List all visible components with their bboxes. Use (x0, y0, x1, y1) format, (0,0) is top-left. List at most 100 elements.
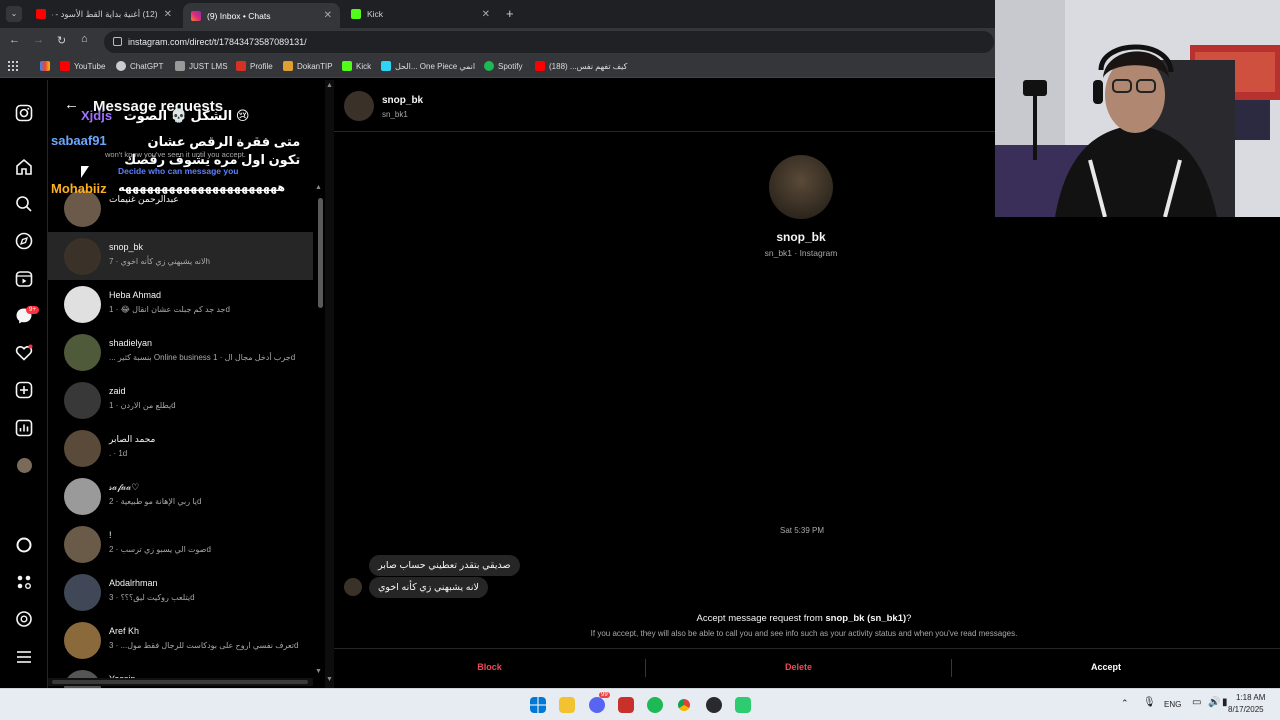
request-title-prefix: Accept message request from (696, 613, 826, 624)
display-icon[interactable]: ▭ (1192, 697, 1201, 708)
new-tab-icon[interactable]: + (506, 6, 514, 21)
tab-search-button[interactable]: ⌄ (6, 6, 22, 22)
request-row[interactable]: ! صوت الي يسبو زي ترسب · 2d (48, 520, 314, 568)
request-preview: يطلع من الاردن · 1d (109, 401, 176, 410)
tab-youtube[interactable]: (12) أغنية بداية القط الأسود - سـ ✕ (28, 3, 180, 25)
profile-avatar-large[interactable] (769, 155, 833, 219)
scroll-up-arrow-icon[interactable]: ▲ (315, 184, 322, 191)
back-icon[interactable]: ← (9, 34, 20, 46)
request-row[interactable]: Aref Kh تعرف نفسي اروح على بودكاست للرجا… (48, 616, 314, 664)
back-arrow-icon[interactable]: ← (64, 96, 79, 113)
bookmark-youtube-video[interactable]: كيف تفهم نفس... (188) (535, 61, 627, 71)
profile-subtitle: sn_bk1 · Instagram (764, 248, 838, 258)
chat-pane-scrollbar[interactable]: ▲ ▼ (325, 80, 334, 688)
request-preview: يتلعب روكيت ليق؟؟؟ · 3d (109, 593, 195, 602)
discord-icon[interactable] (589, 697, 605, 713)
scroll-thumb[interactable] (318, 198, 323, 308)
chrome-icon[interactable] (676, 697, 692, 713)
reload-icon[interactable]: ↻ (57, 34, 66, 47)
accept-button[interactable]: Accept (952, 662, 1260, 672)
horizontal-scrollbar[interactable] (48, 678, 318, 686)
explore-compass-icon[interactable] (15, 232, 33, 250)
block-button[interactable]: Block (334, 662, 645, 672)
request-row[interactable]: 𝓈𝒶𝒻𝒶𝒶♡ يا ربي الإهانة مو طبيعية · 2d (48, 472, 314, 520)
bookmark-chatgpt[interactable]: ChatGPT (116, 61, 163, 71)
threads-icon[interactable] (15, 610, 33, 628)
bookmark-label: YouTube (74, 61, 106, 71)
bookmark-label: كيف تفهم نفس... (188) (549, 61, 628, 71)
delete-button[interactable]: Delete (646, 662, 951, 672)
request-row[interactable]: محمد الصابر . · 1d (48, 424, 314, 472)
site-info-icon[interactable] (113, 37, 122, 46)
microphone-icon[interactable]: 🎙 (1143, 697, 1156, 708)
message-bubble[interactable]: صديقي بتقدر تعطيني حساب صابر (369, 555, 520, 576)
tab-title: (12) أغنية بداية القط الأسود - سـ (52, 8, 158, 19)
request-row[interactable]: Abdalrhman يتلعب روكيت ليق؟؟؟ · 3d (48, 568, 314, 616)
bookmark-gmail[interactable] (40, 61, 50, 71)
tab-kick[interactable]: Kick ✕ (343, 3, 498, 25)
tray-chevron-icon[interactable]: ⌃ (1121, 698, 1129, 709)
request-row[interactable]: zaid يطلع من الاردن · 1d (48, 376, 314, 424)
bookmark-label: ChatGPT (130, 61, 164, 71)
search-icon[interactable] (15, 195, 33, 213)
profile-avatar[interactable] (17, 458, 32, 473)
bookmark-kick[interactable]: Kick (342, 61, 371, 71)
battery-icon[interactable]: ▮ (1222, 697, 1228, 708)
forward-icon[interactable]: → (33, 34, 44, 46)
meta-apps-icon[interactable] (15, 573, 33, 591)
language-indicator[interactable]: ENG (1164, 700, 1181, 709)
scroll-up-arrow-icon[interactable]: ▲ (326, 82, 333, 89)
mouse-cursor-icon (81, 166, 89, 178)
kick-icon (342, 61, 352, 71)
avatar (64, 526, 101, 563)
request-preview: يا ربي الإهانة مو طبيعية · 2d (109, 497, 202, 506)
menu-hamburger-icon[interactable] (15, 648, 33, 666)
scroll-down-arrow-icon[interactable]: ▼ (315, 668, 322, 675)
close-tab-icon[interactable]: ✕ (164, 9, 172, 20)
ai-assistant-icon[interactable] (735, 697, 751, 713)
bookmark-profile[interactable]: Profile (236, 61, 273, 71)
threads-ring-icon[interactable] (15, 536, 33, 554)
avatar (64, 286, 101, 323)
request-preview: صوت الي يسبو زي ترسب · 2d (109, 545, 211, 554)
chatgpt-icon (116, 61, 126, 71)
bookmark-just-lms[interactable]: JUST LMS (175, 61, 228, 71)
chat-header-avatar[interactable] (344, 91, 374, 121)
clock-time[interactable]: 1:18 AM (1236, 693, 1265, 702)
windows-start-icon[interactable] (530, 697, 546, 713)
request-row[interactable]: Heba Ahmad جد جد كم جبلت عشان انقال 😂 · … (48, 280, 314, 328)
request-row[interactable]: shadielyan ... بنسبة كثير Online busines… (48, 328, 314, 376)
file-explorer-icon[interactable] (559, 697, 575, 713)
notifications-heart-icon[interactable] (15, 344, 33, 362)
home-icon[interactable] (15, 158, 33, 176)
create-post-icon[interactable] (15, 381, 33, 399)
overlay-chat-user: Xjdjs (81, 108, 113, 123)
bookmark-label: الحل... One Piece انمي (395, 61, 476, 71)
reels-icon[interactable] (15, 270, 33, 288)
one-piece-icon (381, 61, 391, 71)
close-tab-icon[interactable]: ✕ (482, 9, 490, 20)
volume-icon[interactable]: 🔊 (1208, 697, 1220, 708)
avatar (64, 574, 101, 611)
request-row[interactable]: snop_bk لانه يشبهني زي كأنه اخوي · 7h (48, 232, 314, 280)
bookmark-spotify[interactable]: Spotify (484, 61, 522, 71)
bookmark-one-piece[interactable]: الحل... One Piece انمي (381, 61, 475, 71)
chat-header-name[interactable]: snop_bk (382, 95, 423, 106)
instagram-logo-icon[interactable] (15, 104, 33, 122)
scroll-down-arrow-icon[interactable]: ▼ (326, 676, 333, 683)
tab-instagram-inbox[interactable]: (9) Inbox • Chats ✕ (183, 3, 340, 28)
apps-grid-icon[interactable] (8, 61, 18, 71)
bookmark-youtube[interactable]: YouTube (60, 61, 105, 71)
close-tab-icon[interactable]: ✕ (324, 10, 332, 21)
dashboard-icon[interactable] (15, 419, 33, 437)
obs-icon[interactable] (706, 697, 722, 713)
clock-date[interactable]: 8/17/2025 (1228, 705, 1264, 714)
overlay-chat-message: Xjdjs الشكل 💀 الصوت 😢 (81, 108, 249, 124)
spotify-icon[interactable] (647, 697, 663, 713)
calculator-icon[interactable] (618, 697, 634, 713)
accept-request-footer: Accept message request from snop_bk (sn_… (334, 604, 1280, 688)
url-bar[interactable]: instagram.com/direct/t/17843473587089131… (104, 31, 994, 53)
message-bubble[interactable]: لانه يشبهني زي كأنه اخوي (369, 577, 488, 598)
home-icon[interactable]: ⌂ (81, 33, 88, 45)
bookmark-dokantip[interactable]: DokanTIP (283, 61, 333, 71)
